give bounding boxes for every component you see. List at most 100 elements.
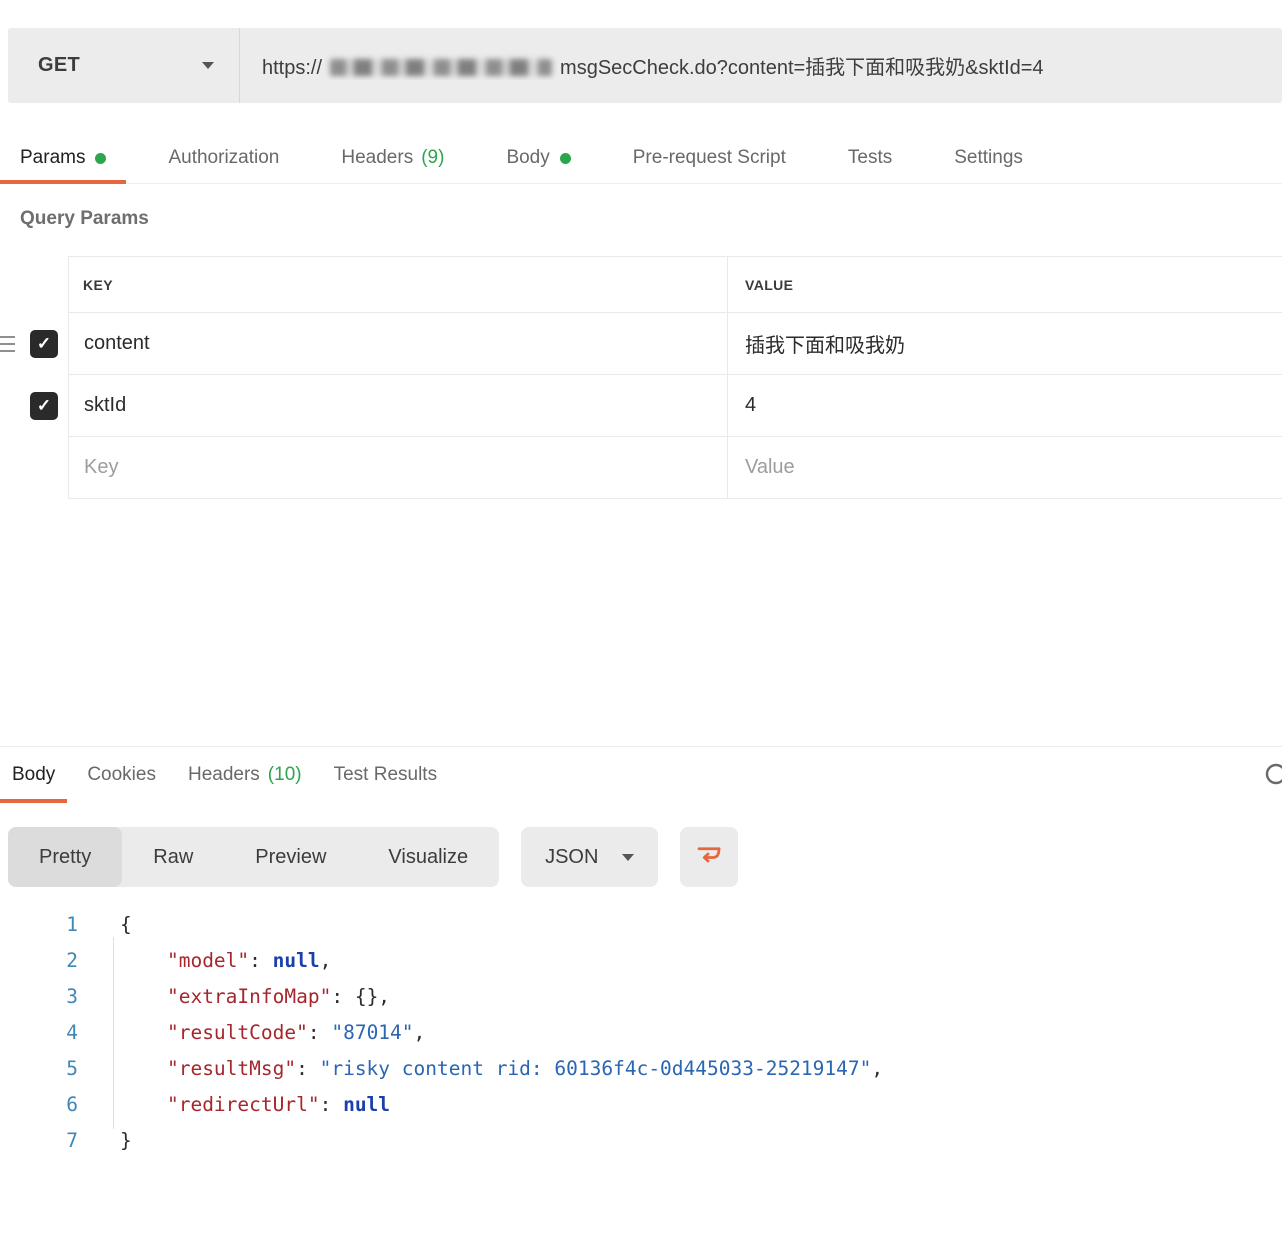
chevron-down-icon: [202, 62, 214, 69]
tab-label: Tests: [847, 147, 893, 168]
params-table: KEY VALUE ✓ content 插我下面和吸我奶 ✓ sktId 4 Key Valu…: [0, 256, 1282, 499]
params-table-body: ✓ content 插我下面和吸我奶 ✓ sktId 4 Key Value: [0, 313, 1282, 499]
params-table-header: KEY VALUE: [0, 256, 1282, 313]
request-tab-settings[interactable]: Settings: [934, 133, 1043, 183]
request-tab-params[interactable]: Params: [0, 133, 127, 184]
line-number: 1: [66, 913, 78, 936]
response-tab-headers[interactable]: Headers (10): [176, 747, 314, 803]
param-value-cell[interactable]: 4: [728, 375, 1282, 437]
code-token: "extraInfoMap": [166, 985, 332, 1008]
drag-handle-icon[interactable]: [0, 336, 15, 352]
param-row-new: Key Value: [0, 437, 1282, 499]
code-token: "model": [166, 949, 250, 972]
line-number: 4: [66, 1021, 78, 1044]
url-input[interactable]: https:// msgSecCheck.do?content=插我下面和吸我奶&…: [240, 51, 1044, 80]
language-dropdown[interactable]: JSON: [521, 827, 659, 887]
param-checkbox[interactable]: ✓: [30, 392, 58, 420]
tab-label: Cookies: [87, 764, 156, 785]
line-number: 2: [66, 949, 78, 972]
method-dropdown[interactable]: GET: [8, 28, 239, 103]
code-line: "redirectUrl": null: [120, 1087, 883, 1123]
param-key-cell[interactable]: sktId: [68, 375, 728, 437]
tab-label: Body: [506, 147, 550, 168]
line-number: 7: [66, 1129, 78, 1152]
code-token: {: [120, 913, 132, 936]
code-token: "resultMsg": [166, 1057, 297, 1080]
tab-count: (9): [421, 147, 445, 168]
request-tab-pre-request-script[interactable]: Pre-request Script: [613, 133, 806, 183]
view-mode-preview[interactable]: Preview: [224, 827, 357, 887]
tab-label: Authorization: [168, 147, 280, 168]
code-token: ,: [871, 1057, 884, 1080]
param-row: ✓ content 插我下面和吸我奶: [0, 313, 1282, 375]
request-tab-tests[interactable]: Tests: [828, 133, 912, 183]
method-label: GET: [38, 54, 81, 76]
code-line: }: [120, 1123, 883, 1159]
response-tab-test-results[interactable]: Test Results: [322, 747, 449, 803]
request-tab-headers[interactable]: Headers (9): [321, 133, 464, 183]
response-tab-body[interactable]: Body: [0, 747, 68, 803]
url-redacted-segment: [330, 59, 553, 76]
view-mode-visualize[interactable]: Visualize: [357, 827, 499, 887]
query-params-title: Query Params: [20, 208, 149, 229]
response-tab-cookies[interactable]: Cookies: [75, 747, 168, 803]
view-mode-raw[interactable]: Raw: [122, 827, 224, 887]
code-token: :: [319, 1093, 344, 1116]
response-tabs: Body Cookies Headers (10) Test Results: [0, 747, 1282, 803]
code-line: "resultMsg": "risky content rid: 60136f4…: [120, 1051, 883, 1087]
request-tab-authorization[interactable]: Authorization: [148, 133, 299, 183]
code-line: "resultCode": "87014",: [120, 1015, 883, 1051]
tab-label: Test Results: [333, 764, 438, 785]
wrap-text-button[interactable]: [680, 827, 739, 887]
param-row-controls: ✓: [0, 375, 68, 437]
param-checkbox[interactable]: ✓: [30, 330, 58, 358]
code-token: "risky content rid: 60136f4c-0d445033-25…: [319, 1057, 872, 1080]
wrap-text-icon: [694, 840, 724, 875]
language-label: JSON: [545, 845, 599, 868]
request-tab-body[interactable]: Body: [486, 133, 590, 183]
param-key-input[interactable]: Key: [68, 437, 728, 499]
code-token: }: [120, 1129, 132, 1152]
param-value-cell[interactable]: 插我下面和吸我奶: [728, 313, 1282, 375]
param-row-controls: ✓: [0, 313, 68, 375]
request-tabs: Params Authorization Headers (9) Body Pre-req…: [0, 133, 1282, 184]
code-token: ,: [413, 1021, 426, 1044]
line-number: 3: [66, 985, 78, 1008]
tab-label: Body: [12, 764, 56, 785]
code-token: :: [249, 949, 273, 972]
code-line: "extraInfoMap": {},: [120, 979, 883, 1015]
tab-label: Pre-request Script: [632, 147, 786, 168]
code-token: :: [296, 1057, 320, 1080]
line-number-gutter: 1 2 3 4 5 6 7: [0, 907, 80, 1159]
view-mode-toggle: Pretty Raw Preview Visualize: [8, 827, 500, 887]
code-token: "87014": [331, 1021, 414, 1044]
search-icon[interactable]: [1262, 760, 1282, 799]
green-dot-icon: [559, 152, 571, 164]
tab-label: Headers: [187, 764, 260, 785]
url-prefix: https://: [262, 57, 323, 79]
line-number: 5: [66, 1057, 78, 1080]
code-line: "model": null,: [120, 943, 883, 979]
code-token: "redirectUrl": [166, 1093, 320, 1116]
request-url-bar: GET https:// msgSecCheck.do?content=插我下面和…: [8, 28, 1282, 103]
green-dot-icon: [95, 152, 107, 164]
tab-count: (10): [267, 764, 302, 785]
tab-label: Settings: [954, 147, 1023, 168]
code-editor[interactable]: 1 2 3 4 5 6 7 { "model": null, "extraInfoMap":…: [0, 907, 1282, 1159]
view-mode-pretty[interactable]: Pretty: [8, 827, 123, 887]
chevron-down-icon: [622, 853, 635, 861]
code-token: :: [307, 1021, 332, 1044]
param-key-cell[interactable]: content: [68, 313, 728, 375]
tab-label: Headers: [341, 147, 414, 168]
code-token: : {},: [331, 985, 391, 1008]
param-row: ✓ sktId 4: [0, 375, 1282, 437]
code-token: ,: [319, 949, 332, 972]
param-row-controls: [0, 437, 68, 499]
param-value-input[interactable]: Value: [728, 437, 1282, 499]
